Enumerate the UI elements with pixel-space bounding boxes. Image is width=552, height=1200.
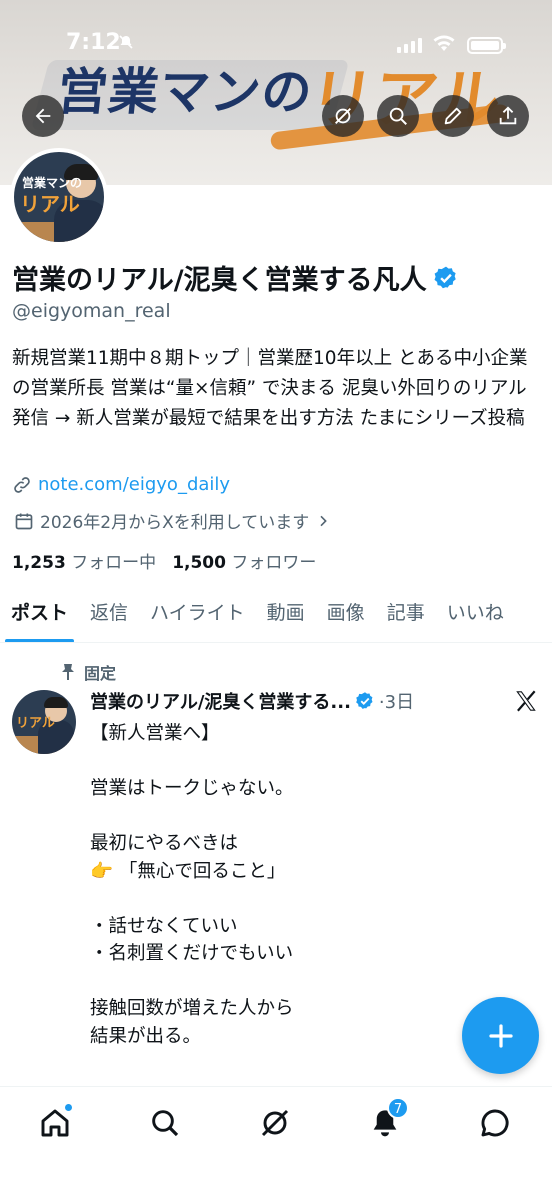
pinned-indicator: 固定 [60, 660, 116, 684]
avatar-illustration: 営業マンの リアル [14, 152, 104, 242]
edit-button[interactable] [432, 95, 474, 137]
joined-text: 2026年2月からXを利用しています [40, 513, 310, 533]
share-button[interactable] [487, 95, 529, 137]
home-new-dot [64, 1103, 73, 1112]
share-icon [499, 106, 517, 125]
x-logo-icon[interactable] [513, 688, 539, 714]
calendar-icon [15, 513, 33, 529]
back-arrow-icon [35, 108, 51, 124]
search-icon [389, 107, 407, 125]
compose-post-button[interactable] [462, 997, 539, 1074]
nav-grok[interactable] [255, 1103, 295, 1143]
grok-icon [335, 108, 351, 124]
followers-count: 1,500 [172, 553, 226, 573]
nav-notifications[interactable]: 7 [365, 1097, 409, 1143]
notifications-badge: 7 [387, 1097, 409, 1119]
status-bar: 7:12 [0, 0, 552, 55]
tab-videos[interactable]: 動画 [256, 590, 316, 642]
post-avatar-text: リアル [16, 716, 55, 731]
following-count: 1,253 [12, 553, 66, 573]
messages-icon [481, 1109, 509, 1137]
tab-replies[interactable]: 返信 [79, 590, 139, 642]
battery-icon [467, 37, 506, 54]
joined-row[interactable]: 2026年2月からXを利用しています [14, 508, 331, 533]
edit-icon [444, 107, 462, 125]
post-header: 営業のリアル/泥臭く営業する... ·3日 [90, 688, 510, 714]
tab-likes[interactable]: いいね [436, 590, 515, 642]
grok-nav-icon [261, 1109, 289, 1137]
verified-badge-icon[interactable] [433, 265, 459, 291]
avatar-text-line2: リアル [20, 192, 80, 216]
nav-explore[interactable] [145, 1103, 185, 1143]
nav-messages[interactable] [475, 1103, 515, 1143]
display-name-row: 営業のリアル/泥臭く営業する凡人 [12, 258, 459, 297]
tab-articles[interactable]: 記事 [376, 590, 436, 642]
nav-home[interactable] [35, 1103, 75, 1143]
banner-title: 営業マンの [54, 63, 316, 121]
post-author[interactable]: 営業のリアル/泥臭く営業する... [90, 688, 351, 714]
explore-icon [152, 1110, 179, 1137]
website-link[interactable]: note.com/eigyo_daily [38, 474, 230, 495]
tab-photos[interactable]: 画像 [316, 590, 376, 642]
handle: @eigyoman_real [12, 300, 171, 322]
silent-mode-icon [119, 35, 133, 49]
post-body[interactable]: 【新人営業へ】 営業はトークじゃない。 最初にやるべきは 👉 「無心で回ること」… [90, 720, 530, 1050]
bottom-nav: 7 [0, 1086, 552, 1200]
link-icon [14, 476, 30, 493]
pinned-label: 固定 [84, 664, 117, 683]
followers-link[interactable]: 1,500 フォロワー [172, 548, 316, 573]
profile-tabs: ポスト 返信 ハイライト 動画 画像 記事 いいね [0, 590, 552, 643]
following-label: フォロー中 [71, 553, 157, 573]
following-link[interactable]: 1,253 フォロー中 [12, 548, 156, 573]
cellular-signal-icon [397, 38, 422, 53]
plus-icon [488, 1023, 513, 1048]
post-avatar[interactable]: リアル [12, 690, 76, 754]
search-button[interactable] [377, 95, 419, 137]
back-button[interactable] [22, 95, 64, 137]
chevron-right-icon [320, 515, 328, 526]
status-time: 7:12 [66, 30, 121, 55]
website-row: note.com/eigyo_daily [12, 474, 230, 495]
grok-button[interactable] [322, 95, 364, 137]
post-time[interactable]: ·3日 [379, 688, 414, 714]
tab-posts[interactable]: ポスト [0, 590, 79, 642]
verified-badge-icon [356, 692, 373, 709]
pin-icon [62, 664, 74, 680]
bio: 新規営業11期中８期トップ｜営業歴10年以上 とある中小企業の営業所長 営業は“… [12, 348, 528, 429]
follow-stats: 1,253 フォロー中 1,500 フォロワー [12, 548, 316, 573]
tab-highlights[interactable]: ハイライト [139, 590, 256, 642]
profile-avatar[interactable]: 営業マンの リアル [10, 148, 108, 246]
display-name: 営業のリアル/泥臭く営業する凡人 [12, 265, 427, 296]
wifi-icon [433, 35, 455, 51]
followers-label: フォロワー [231, 553, 317, 573]
